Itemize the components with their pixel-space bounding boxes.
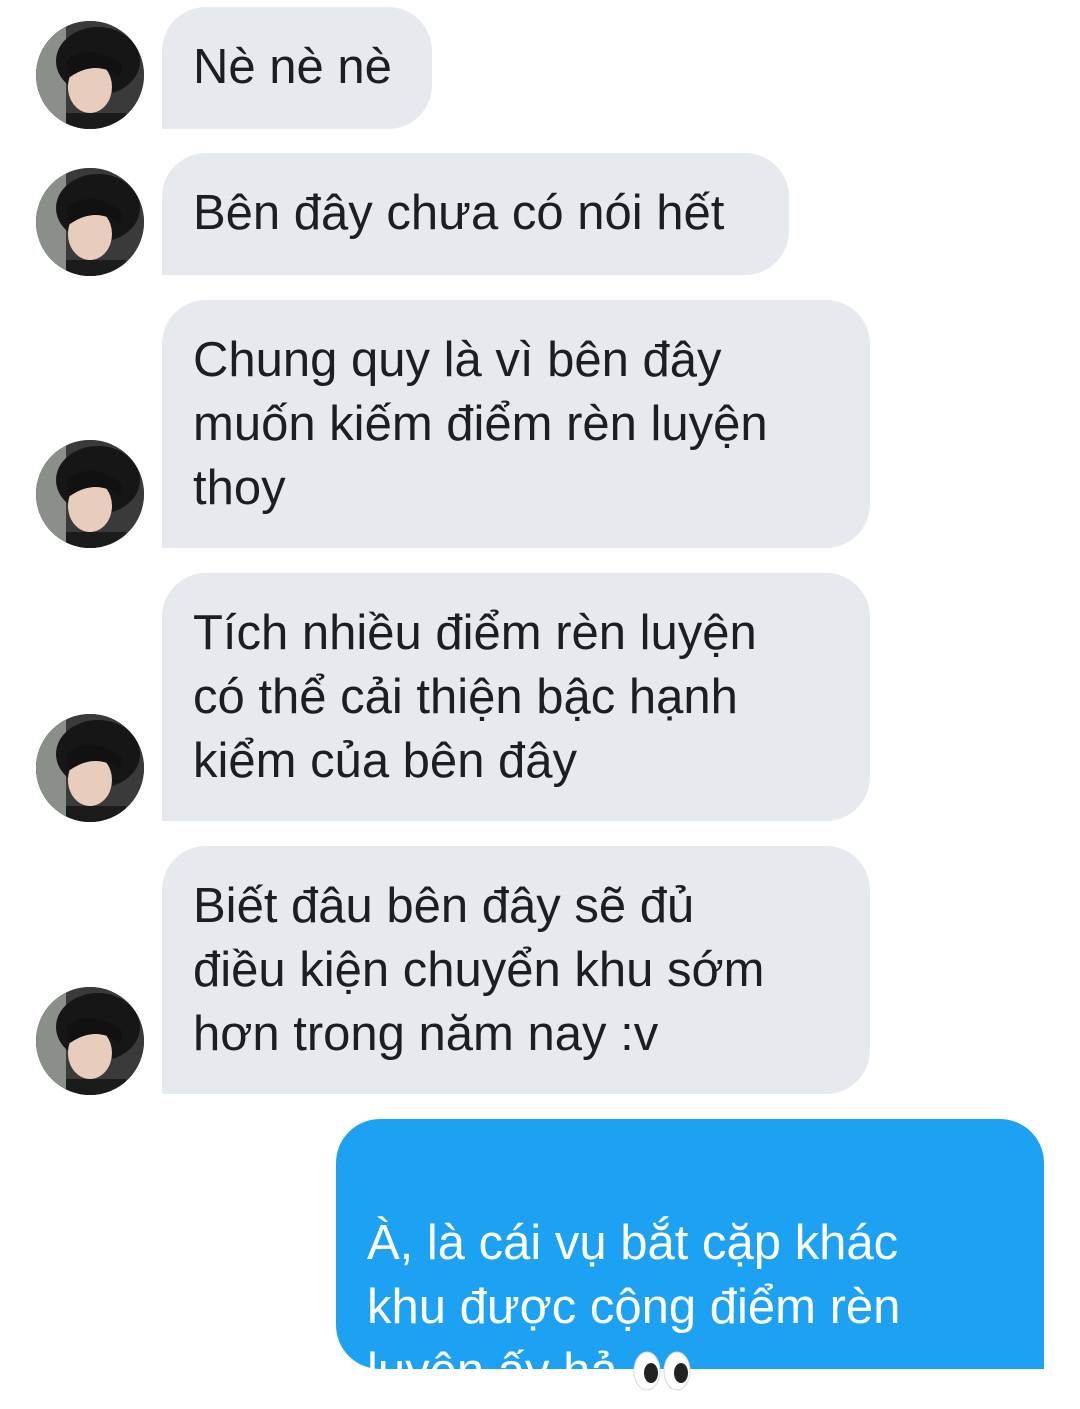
message-bubble-5[interactable]: Biết đâu bên đây sẽ đủ điều kiện chuyển …	[162, 846, 870, 1094]
message-bubble-outgoing[interactable]: À, là cái vụ bắt cặp khác khu được cộng …	[336, 1119, 1044, 1398]
message-bubble-1[interactable]: Nè nè nè	[162, 7, 432, 129]
sender-avatar[interactable]	[36, 714, 144, 822]
avatar-photo-icon	[36, 21, 144, 129]
avatar-photo-icon	[36, 714, 144, 822]
avatar-photo-icon	[36, 440, 144, 548]
message-bubble-2[interactable]: Bên đây chưa có nói hết	[162, 153, 789, 275]
sender-avatar[interactable]	[36, 168, 144, 276]
sender-avatar[interactable]	[36, 987, 144, 1095]
message-bubble-4[interactable]: Tích nhiều điểm rèn luyện có thể cải thi…	[162, 573, 870, 821]
eyes-emoji-icon	[632, 1345, 692, 1409]
message-bubble-3[interactable]: Chung quy là vì bên đây muốn kiếm điểm r…	[162, 300, 870, 548]
avatar-photo-icon	[36, 987, 144, 1095]
sender-avatar[interactable]	[36, 21, 144, 129]
sender-avatar[interactable]	[36, 440, 144, 548]
avatar-photo-icon	[36, 168, 144, 276]
